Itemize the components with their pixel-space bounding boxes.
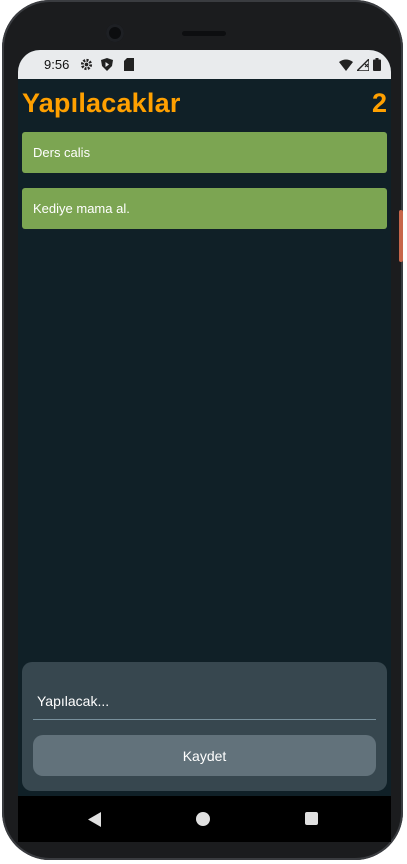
task-item[interactable]: Ders calis — [22, 132, 387, 173]
sd-card-icon — [124, 58, 134, 74]
battery-icon — [373, 58, 381, 74]
recent-apps-icon[interactable] — [305, 812, 318, 825]
shield-icon — [101, 58, 113, 74]
page-title: Yapılacaklar — [22, 88, 181, 118]
front-camera — [106, 24, 124, 42]
home-icon[interactable] — [196, 812, 210, 826]
signal-icon — [355, 56, 370, 74]
task-input[interactable] — [33, 682, 376, 720]
phone-frame: 9:56 Yapılacaklar 2 Ders calis Kediye ma… — [2, 0, 403, 860]
gear-icon — [80, 58, 93, 74]
power-button[interactable] — [399, 210, 403, 262]
status-bar: 9:56 — [18, 50, 391, 79]
app-screen: 9:56 Yapılacaklar 2 Ders calis Kediye ma… — [18, 50, 391, 796]
navigation-bar — [18, 796, 391, 842]
add-task-panel: Kaydet — [22, 662, 387, 791]
task-count: 2 — [371, 88, 387, 118]
app-header: Yapılacaklar 2 — [22, 88, 387, 124]
task-item[interactable]: Kediye mama al. — [22, 188, 387, 229]
wifi-icon — [339, 59, 353, 74]
status-right — [339, 56, 381, 74]
earpiece-speaker — [182, 31, 226, 36]
back-icon[interactable] — [88, 812, 102, 832]
status-time: 9:56 — [44, 57, 70, 72]
save-button[interactable]: Kaydet — [33, 735, 376, 776]
